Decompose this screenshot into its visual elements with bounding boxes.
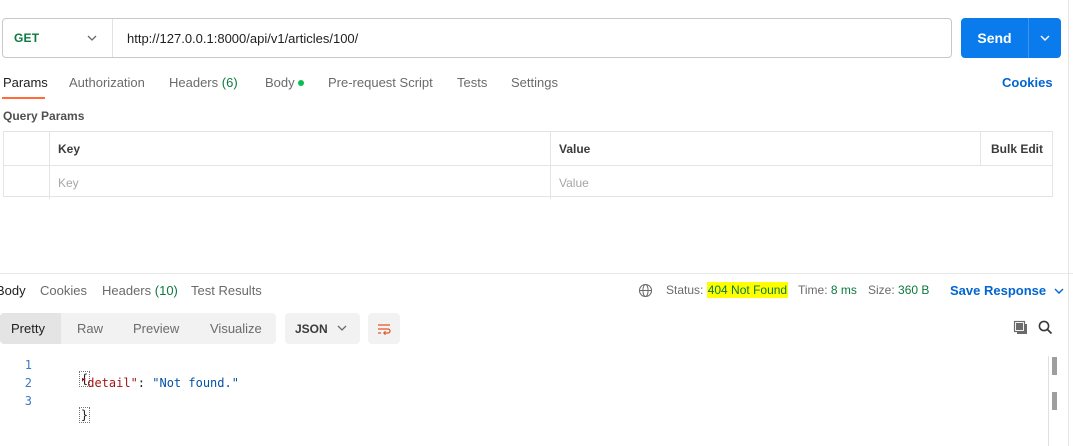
status-label: Status:: [666, 283, 704, 297]
key-header-label: Key: [58, 141, 81, 156]
json-colon: :: [137, 376, 153, 390]
mode-preview[interactable]: Preview: [133, 313, 179, 344]
tab-pre-request-script[interactable]: Pre-request Script: [328, 75, 433, 90]
row-checkbox-cell: [4, 166, 49, 199]
bulk-edit-button[interactable]: Bulk Edit: [980, 132, 1052, 165]
wrap-lines-button[interactable]: [368, 313, 400, 344]
mode-visualize[interactable]: Visualize: [210, 313, 262, 344]
line-number: 3: [24, 394, 32, 408]
key-input[interactable]: Key: [49, 166, 550, 199]
value-header-label: Value: [559, 141, 591, 156]
tab-params[interactable]: Params: [3, 75, 48, 90]
response-tab-headers[interactable]: Headers (10): [102, 283, 178, 298]
request-bar: GET http://127.0.0.1:8000/api/v1/article…: [2, 18, 952, 58]
send-button[interactable]: Send: [961, 18, 1061, 58]
json-key: "detail": [80, 376, 138, 390]
code-line: "detail": "Not found.": [80, 376, 239, 390]
mode-pretty[interactable]: Pretty: [11, 313, 45, 344]
tab-headers[interactable]: Headers (6): [169, 75, 238, 90]
response-headers-count: (10): [154, 283, 178, 298]
chevron-down-icon: [337, 325, 347, 331]
value-placeholder: Value: [559, 175, 589, 190]
table-header-row: Key Value Bulk Edit: [4, 132, 1052, 165]
copy-icon[interactable]: [1013, 320, 1029, 336]
format-select[interactable]: JSON: [285, 313, 360, 344]
save-response-label: Save Response: [950, 283, 1047, 298]
send-label: Send: [977, 30, 1012, 46]
scrollbar-track[interactable]: [1048, 356, 1049, 446]
line-number: 2: [24, 376, 32, 390]
save-response-button[interactable]: Save Response: [950, 283, 1064, 298]
query-params-table: Key Value Bulk Edit Key Value: [3, 131, 1053, 199]
line-number: 1: [24, 358, 32, 372]
tab-headers-label: Headers: [169, 75, 219, 90]
chevron-down-icon: [1040, 35, 1050, 41]
search-icon[interactable]: [1038, 320, 1053, 335]
value-column-header: Value: [550, 132, 980, 165]
response-tab-body[interactable]: Body: [0, 283, 26, 298]
scrollbar-marker[interactable]: [1052, 392, 1057, 410]
table-row: Key Value: [4, 165, 1052, 199]
response-tab-test-results[interactable]: Test Results: [191, 283, 262, 298]
tab-body[interactable]: Body: [265, 75, 304, 90]
tab-body-label: Body: [265, 75, 295, 90]
globe-icon[interactable]: [638, 283, 653, 298]
key-column-header: Key: [49, 132, 550, 165]
headers-count: (6): [221, 75, 238, 90]
active-tab-underline: [2, 97, 45, 99]
size-indicator[interactable]: Size: 360 B: [868, 283, 929, 297]
bulk-edit-label: Bulk Edit: [991, 141, 1044, 156]
cookies-link[interactable]: Cookies: [1002, 75, 1053, 90]
status-indicator[interactable]: Status: 404 Not Found: [666, 282, 789, 298]
request-tabs: Params Authorization Headers (6) Body Pr…: [0, 70, 1073, 99]
format-label: JSON: [295, 321, 328, 336]
time-label: Time:: [798, 283, 828, 297]
url-input[interactable]: http://127.0.0.1:8000/api/v1/articles/10…: [113, 31, 358, 46]
key-placeholder: Key: [58, 175, 79, 190]
wrap-lines-icon: [378, 323, 391, 335]
query-params-title: Query Params: [3, 109, 85, 123]
tab-settings[interactable]: Settings: [511, 75, 558, 90]
code-line: }: [50, 394, 91, 436]
size-label: Size:: [868, 283, 895, 297]
json-value: "Not found.": [152, 376, 239, 390]
status-value: 404 Not Found: [706, 282, 789, 298]
size-value: 360 B: [898, 283, 930, 297]
method-select[interactable]: GET: [3, 19, 113, 57]
pane-divider[interactable]: [0, 273, 1073, 274]
view-mode-segmented-control: Pretty Raw Preview Visualize: [0, 313, 276, 344]
mode-raw[interactable]: Raw: [77, 313, 103, 344]
chevron-down-icon: [1054, 288, 1064, 294]
response-tab-cookies[interactable]: Cookies: [40, 283, 87, 298]
time-value: 8 ms: [830, 283, 857, 297]
window-edge: [1068, 0, 1069, 446]
scrollbar-marker[interactable]: [1052, 357, 1057, 375]
tab-tests[interactable]: Tests: [457, 75, 487, 90]
row-checkbox-cell: [4, 132, 49, 165]
close-brace: }: [78, 407, 91, 423]
send-options-button[interactable]: [1029, 34, 1061, 42]
chevron-down-icon: [87, 35, 97, 41]
body-indicator-dot: [297, 79, 304, 86]
response-tab-headers-label: Headers: [102, 283, 152, 298]
method-label: GET: [14, 31, 40, 45]
value-input[interactable]: Value: [550, 166, 1052, 199]
time-indicator[interactable]: Time: 8 ms: [798, 283, 857, 297]
tab-authorization[interactable]: Authorization: [69, 75, 145, 90]
